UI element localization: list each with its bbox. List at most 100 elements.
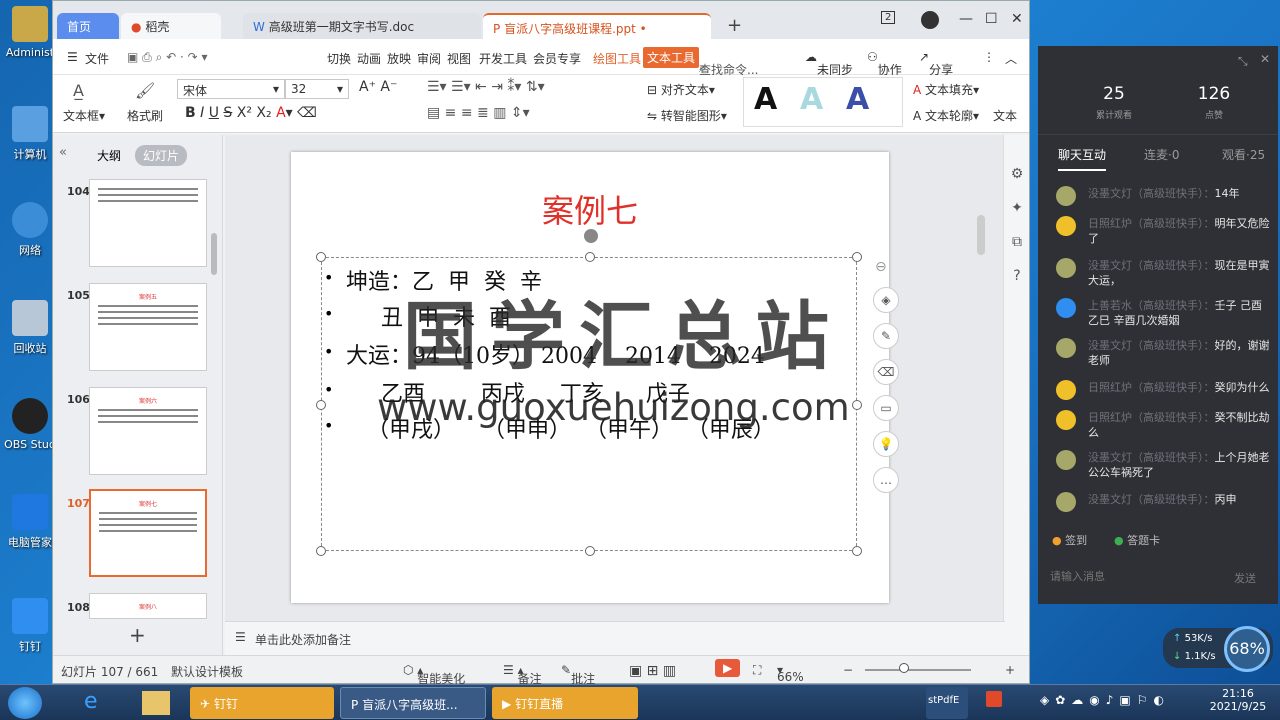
- notes-button[interactable]: ☰ 备注 ▴: [503, 663, 542, 686]
- taskbar-live[interactable]: ▶ 钉钉直播: [492, 687, 638, 719]
- maximize-icon[interactable]: ☐: [985, 11, 998, 27]
- chat-input[interactable]: 请输入消息: [1050, 568, 1105, 584]
- menu-view[interactable]: 视图: [447, 50, 471, 67]
- play-icon[interactable]: ▶: [715, 659, 741, 677]
- resize-handle[interactable]: [316, 252, 326, 262]
- resize-handle[interactable]: [852, 252, 862, 262]
- resize-handle[interactable]: [585, 546, 595, 556]
- window-count-badge[interactable]: 2: [881, 11, 896, 24]
- taskbar-ppt[interactable]: P 盲派八字高级班...: [340, 687, 486, 719]
- format-painter-button[interactable]: 格式刷: [127, 107, 163, 124]
- taskbar-dingding[interactable]: ✈ 钉钉: [190, 687, 334, 719]
- tab-mic[interactable]: 连麦·0: [1144, 146, 1179, 163]
- ie-icon[interactable]: e: [84, 689, 98, 714]
- canvas-scrollbar[interactable]: [977, 215, 985, 255]
- slide-title[interactable]: 案例七: [291, 186, 889, 232]
- list-buttons[interactable]: ☰▾ ☰▾ ⇤ ⇥ ⁑▾ ⇅▾: [427, 79, 545, 95]
- slide-thumbnail-106[interactable]: 案例六: [89, 387, 207, 475]
- avatar[interactable]: [921, 11, 939, 29]
- slide-thumbnail-108[interactable]: 案例八: [89, 593, 207, 619]
- desktop-icon-pcmanager[interactable]: 电脑管家: [4, 494, 56, 550]
- menu-member[interactable]: 会员专享: [533, 50, 581, 67]
- text-style-black[interactable]: A: [754, 82, 777, 117]
- taskbar-pdf[interactable]: stPdfE: [926, 687, 968, 719]
- menu-switch[interactable]: 切换: [327, 50, 351, 67]
- resize-handle[interactable]: [852, 400, 862, 410]
- copy-icon[interactable]: ⧉: [1004, 225, 1030, 259]
- comments-button[interactable]: ✎ 批注: [561, 663, 595, 686]
- signin-button[interactable]: ● 签到: [1052, 532, 1087, 548]
- resize-handle[interactable]: [316, 400, 326, 410]
- tab-outline[interactable]: 大纲: [97, 147, 121, 164]
- minimize-icon[interactable]: —: [959, 11, 973, 27]
- rotate-handle[interactable]: [584, 229, 598, 243]
- close-icon[interactable]: ✕: [1011, 11, 1023, 27]
- desktop-icon-admin[interactable]: Administ: [4, 6, 56, 59]
- paragraph-align-buttons[interactable]: ▤ ≡ ≡ ≣ ▥ ⇕▾: [427, 105, 530, 121]
- resize-handle[interactable]: [852, 546, 862, 556]
- view-mode-buttons[interactable]: ▣ ⊞ ▥: [629, 663, 676, 679]
- eraser-icon[interactable]: ⌫: [873, 359, 899, 385]
- bulb-icon[interactable]: 💡: [873, 431, 899, 457]
- frame-icon[interactable]: ▭: [873, 395, 899, 421]
- slide-thumbnail-107[interactable]: 案例七: [89, 489, 207, 577]
- menu-devtools[interactable]: 开发工具: [479, 50, 527, 67]
- notes-bar[interactable]: ☰ 单击此处添加备注: [225, 621, 1005, 655]
- format-painter-icon[interactable]: 🖌: [135, 81, 155, 100]
- add-slide-button[interactable]: +: [129, 623, 146, 647]
- text-fill-button[interactable]: A 文本填充▾: [913, 81, 979, 98]
- system-tray-icons[interactable]: ◈✿☁◉♪▣⚐◐: [1040, 693, 1170, 707]
- tab-watch[interactable]: 观看·25: [1222, 146, 1265, 163]
- panel-scrollbar[interactable]: [211, 233, 217, 275]
- quick-access-icons[interactable]: ▣ ⎙ ⌕ ↶ · ↷ ▾: [127, 50, 208, 65]
- resize-handle[interactable]: [316, 546, 326, 556]
- text-style-blue[interactable]: A: [846, 82, 869, 117]
- textbox-button[interactable]: 文本框▾: [63, 107, 105, 124]
- align-text-button[interactable]: ⊟ 对齐文本▾: [647, 81, 715, 98]
- cpu-gauge[interactable]: 68%: [1224, 626, 1270, 672]
- collapse-panel-icon[interactable]: «: [59, 145, 67, 160]
- settings-icon[interactable]: ⚙: [1004, 157, 1030, 191]
- font-size-buttons[interactable]: A⁺ A⁻: [359, 79, 397, 95]
- more-icon[interactable]: ⋮: [983, 50, 995, 64]
- font-size-select[interactable]: 32 ▾: [285, 79, 349, 99]
- resize-handle[interactable]: [585, 252, 595, 262]
- text-style-light[interactable]: A: [800, 82, 823, 117]
- desktop-icon-computer[interactable]: 计算机: [4, 106, 56, 162]
- menu-animation[interactable]: 动画: [357, 50, 381, 67]
- smart-shape-button[interactable]: ⇋ 转智能图形▾: [647, 107, 727, 124]
- desktop-icon-dingding[interactable]: 钉钉: [4, 598, 56, 654]
- layers-icon[interactable]: ◈: [873, 287, 899, 313]
- sync-button[interactable]: ☁ 未同步: [805, 50, 853, 77]
- tab-home[interactable]: 首页: [57, 13, 119, 39]
- desktop-icon-network[interactable]: 网络: [4, 202, 56, 258]
- close-icon[interactable]: ✕: [1260, 52, 1270, 66]
- help-icon[interactable]: ?: [1004, 259, 1030, 293]
- zoom-in-button[interactable]: +: [1005, 663, 1015, 677]
- explorer-icon[interactable]: [142, 691, 170, 715]
- clock[interactable]: 21:16 2021/9/25: [1208, 687, 1268, 713]
- start-button[interactable]: [8, 687, 42, 719]
- template-name[interactable]: 默认设计模板: [171, 663, 243, 680]
- zoom-out-button[interactable]: −: [843, 663, 853, 677]
- more-icon[interactable]: …: [873, 467, 899, 493]
- menu-slideshow[interactable]: 放映: [387, 50, 411, 67]
- zoom-level[interactable]: 66% ▾: [777, 663, 804, 684]
- tab-doc[interactable]: W 高级班第一期文字书写.doc: [243, 13, 481, 39]
- slide-thumbnail-105[interactable]: 案例五: [89, 283, 207, 371]
- menu-text-tools[interactable]: 文本工具: [643, 47, 700, 68]
- hamburger-icon[interactable]: ☰: [67, 50, 78, 64]
- slide-thumbnail-104[interactable]: [89, 179, 207, 267]
- textbox-icon[interactable]: A̲: [73, 81, 84, 100]
- beautify-button[interactable]: ⬡ 智能美化 ▴: [403, 663, 465, 686]
- text-outline-button[interactable]: A 文本轮廓▾: [913, 107, 979, 124]
- pen-icon[interactable]: ✎: [873, 323, 899, 349]
- menu-drawing-tools[interactable]: 绘图工具: [593, 50, 641, 67]
- notes-placeholder[interactable]: 单击此处添加备注: [255, 631, 351, 648]
- minus-circle-icon[interactable]: ⊖: [875, 259, 887, 275]
- shrink-icon[interactable]: ⤡: [1238, 54, 1248, 69]
- tab-chat[interactable]: 聊天互动: [1058, 146, 1107, 171]
- desktop-icon-recycle[interactable]: 回收站: [4, 300, 56, 356]
- zoom-slider[interactable]: [865, 669, 971, 671]
- font-family-select[interactable]: 宋体 ▾: [177, 79, 285, 99]
